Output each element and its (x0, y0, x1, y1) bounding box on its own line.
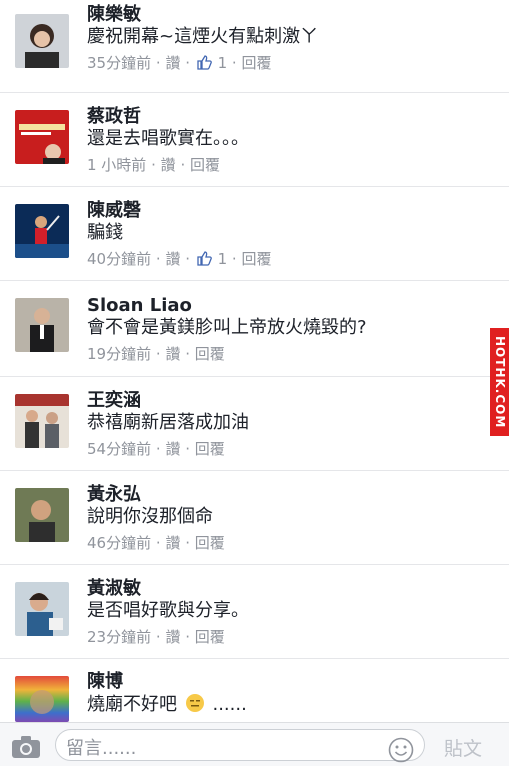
comment-text: 恭禧廟新居落成加油 (87, 412, 249, 433)
comment-item: 蔡政哲 還是去唱歌實在。。。 1 小時前 · 讚 · 回覆 (0, 93, 509, 187)
like-link[interactable]: 讚 (165, 249, 180, 269)
reply-link[interactable]: 回覆 (195, 533, 225, 553)
comment-text: 是否唱好歌與分享。 (87, 600, 249, 621)
like-count: 1 (217, 250, 228, 268)
commenter-name[interactable]: 陳威磬 (87, 200, 499, 222)
avatar[interactable] (15, 394, 69, 448)
thumbs-up-icon (197, 55, 212, 70)
avatar[interactable] (15, 582, 69, 636)
comment-meta: 40分鐘前 · 讚 · 1 · 回覆 (87, 249, 272, 269)
comment-time: 19分鐘前 (87, 345, 152, 363)
watermark: HOTHK.COM (490, 328, 509, 436)
commenter-name[interactable]: 陳博 (87, 671, 499, 693)
commenter-name[interactable]: 蔡政哲 (87, 106, 499, 128)
reply-link[interactable]: 回覆 (195, 627, 225, 647)
comment-time: 1 小時前 (87, 156, 147, 174)
reply-link[interactable]: 回覆 (195, 344, 225, 364)
reply-link[interactable]: 回覆 (241, 249, 271, 269)
reply-link[interactable]: 回覆 (190, 155, 220, 175)
comment-item: 王奕涵 恭禧廟新居落成加油 54分鐘前 · 讚 · 回覆 (0, 377, 509, 471)
commenter-name[interactable]: 王奕涵 (87, 390, 499, 412)
like-link[interactable]: 讚 (165, 439, 180, 459)
comment-text: 還是去唱歌實在。。。 (87, 128, 249, 149)
comment-text: 說明你沒那個命 (87, 506, 213, 527)
comment-time: 46分鐘前 (87, 534, 152, 552)
comment-item: Sloan Liao 會不會是黃鎂胗叫上帝放火燒毀的? 19分鐘前 · 讚 · … (0, 281, 509, 377)
comment-item: 黃淑敏 是否唱好歌與分享。 23分鐘前 · 讚 · 回覆 (0, 565, 509, 659)
avatar[interactable] (15, 204, 69, 258)
commenter-name[interactable]: 陳樂敏 (87, 4, 499, 26)
commenter-name[interactable]: 黃淑敏 (87, 578, 499, 600)
comment-text: 會不會是黃鎂胗叫上帝放火燒毀的? (87, 317, 367, 338)
avatar[interactable] (15, 676, 69, 722)
avatar[interactable] (15, 488, 69, 542)
camera-icon[interactable] (11, 735, 41, 759)
avatar[interactable] (15, 298, 69, 352)
comment-input[interactable]: 留言...... (55, 729, 425, 761)
comment-text: 燒廟不好吧 ...... (87, 694, 247, 715)
like-link[interactable]: 讚 (161, 155, 176, 175)
thumbs-up-icon (197, 251, 212, 266)
avatar[interactable] (15, 14, 69, 68)
comment-meta: 46分鐘前 · 讚 · 回覆 (87, 533, 225, 553)
reply-link[interactable]: 回覆 (241, 53, 271, 73)
reply-link[interactable]: 回覆 (195, 439, 225, 459)
like-link[interactable]: 讚 (165, 53, 180, 73)
like-link[interactable]: 讚 (165, 533, 180, 553)
like-count: 1 (217, 54, 228, 72)
comment-text: 騙錢 (87, 222, 123, 243)
comment-meta: 19分鐘前 · 讚 · 回覆 (87, 344, 225, 364)
comment-item: 陳博 燒廟不好吧 ...... (0, 659, 509, 722)
comment-text: 慶祝開幕~這煙火有點刺激ㄚ (87, 26, 319, 47)
like-link[interactable]: 讚 (165, 627, 180, 647)
comment-time: 23分鐘前 (87, 628, 152, 646)
post-button[interactable]: 貼文 (444, 734, 482, 761)
avatar[interactable] (15, 110, 69, 164)
comment-meta: 23分鐘前 · 讚 · 回覆 (87, 627, 225, 647)
comment-item: 黃永弘 說明你沒那個命 46分鐘前 · 讚 · 回覆 (0, 471, 509, 565)
comment-time: 35分鐘前 (87, 54, 152, 72)
comment-meta: 35分鐘前 · 讚 · 1 · 回覆 (87, 53, 272, 73)
comment-item: 陳威磬 騙錢 40分鐘前 · 讚 · 1 · 回覆 (0, 187, 509, 281)
smiley-emoji-icon (185, 694, 204, 712)
commenter-name[interactable]: Sloan Liao (87, 295, 499, 317)
like-link[interactable]: 讚 (165, 344, 180, 364)
commenter-name[interactable]: 黃永弘 (87, 484, 499, 506)
comment-time: 40分鐘前 (87, 250, 152, 268)
comment-meta: 1 小時前 · 讚 · 回覆 (87, 155, 221, 175)
comment-item: 陳樂敏 慶祝開幕~這煙火有點刺激ㄚ 35分鐘前 · 讚 · 1 · 回覆 (0, 0, 509, 93)
emoji-icon[interactable] (388, 737, 414, 763)
comment-composer: 留言...... 貼文 (0, 722, 509, 766)
comment-meta: 54分鐘前 · 讚 · 回覆 (87, 439, 225, 459)
comment-time: 54分鐘前 (87, 440, 152, 458)
